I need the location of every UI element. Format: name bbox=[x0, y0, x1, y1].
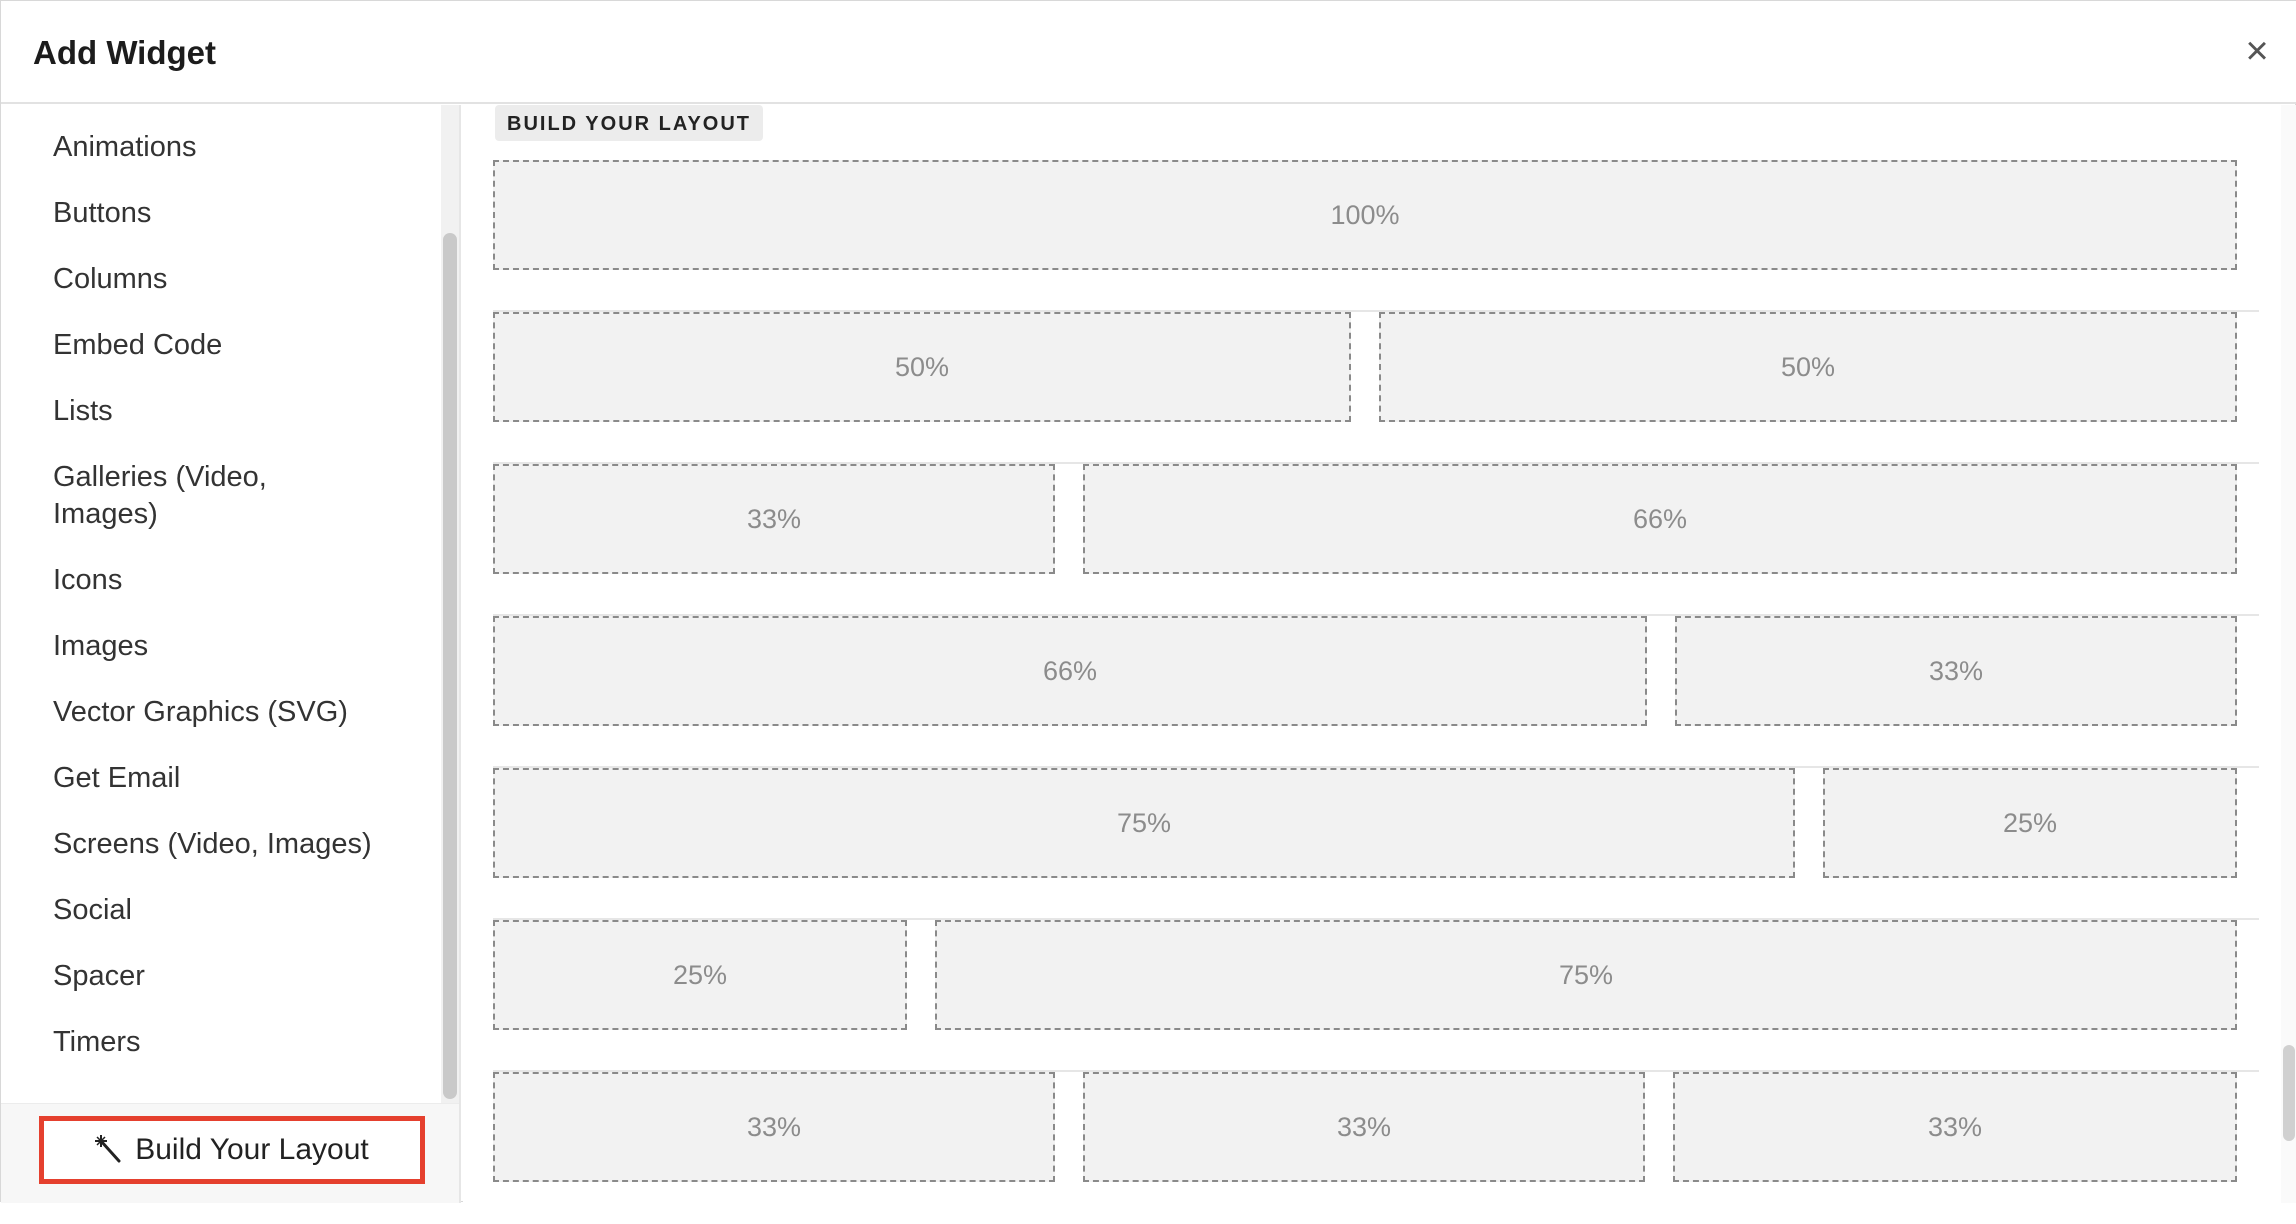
layout-cell[interactable]: 75% bbox=[935, 920, 2237, 1030]
sidebar-item-icons[interactable]: Icons bbox=[53, 562, 413, 599]
dialog-header: Add Widget × bbox=[1, 1, 2296, 104]
layout-row-33-33-33: 33% 33% 33% bbox=[493, 1072, 2259, 1224]
sidebar-scrollbar-thumb[interactable] bbox=[443, 233, 457, 1099]
layout-cell[interactable]: 50% bbox=[493, 312, 1351, 422]
layout-row-66-33: 66% 33% bbox=[493, 616, 2259, 768]
layout-row-75-25: 75% 25% bbox=[493, 768, 2259, 920]
content-scrollbar-thumb[interactable] bbox=[2283, 1045, 2295, 1141]
build-your-layout-label: Build Your Layout bbox=[135, 1133, 369, 1166]
layout-cell[interactable]: 66% bbox=[1083, 464, 2237, 574]
layout-cell[interactable]: 25% bbox=[1823, 768, 2237, 878]
close-icon[interactable]: × bbox=[2237, 31, 2277, 71]
sidebar-item-animations[interactable]: Animations bbox=[53, 129, 413, 166]
sidebar-item-galleries[interactable]: Galleries (Video, Images) bbox=[53, 459, 353, 533]
sidebar-item-columns[interactable]: Columns bbox=[53, 261, 413, 298]
sidebar-item-timers[interactable]: Timers bbox=[53, 1024, 413, 1061]
sidebar-item-spacer[interactable]: Spacer bbox=[53, 958, 413, 995]
layout-cell[interactable]: 25% bbox=[493, 920, 907, 1030]
sidebar-scrollbar[interactable] bbox=[441, 105, 459, 1103]
layout-row-33-66: 33% 66% bbox=[493, 464, 2259, 616]
build-your-layout-button[interactable]: Build Your Layout bbox=[39, 1116, 425, 1184]
layout-cell[interactable]: 75% bbox=[493, 768, 1795, 878]
sidebar-item-screens[interactable]: Screens (Video, Images) bbox=[53, 826, 413, 863]
layout-cell[interactable]: 50% bbox=[1379, 312, 2237, 422]
layout-cell[interactable]: 33% bbox=[493, 1072, 1055, 1182]
layout-row-25-75: 25% 75% bbox=[493, 920, 2259, 1072]
sidebar-item-get-email[interactable]: Get Email bbox=[53, 760, 413, 797]
sidebar-item-social[interactable]: Social bbox=[53, 892, 413, 929]
layout-cell[interactable]: 66% bbox=[493, 616, 1647, 726]
section-label: BUILD YOUR LAYOUT bbox=[495, 105, 764, 141]
sidebar-item-embed-code[interactable]: Embed Code bbox=[53, 327, 413, 364]
sidebar-item-lists[interactable]: Lists bbox=[53, 393, 413, 430]
magic-wand-icon bbox=[95, 1135, 123, 1165]
content-scrollbar[interactable] bbox=[2281, 105, 2296, 1203]
layout-cell[interactable]: 33% bbox=[1675, 616, 2237, 726]
layout-cell[interactable]: 33% bbox=[1673, 1072, 2237, 1182]
sidebar-item-images[interactable]: Images bbox=[53, 628, 413, 665]
category-list: Animations Buttons Columns Embed Code Li… bbox=[53, 129, 413, 1090]
layout-content-area: BUILD YOUR LAYOUT 100% 50% 50% 33% 66% 6… bbox=[463, 105, 2296, 1203]
layout-row-100: 100% bbox=[493, 160, 2259, 312]
layout-row-50-50: 50% 50% bbox=[493, 312, 2259, 464]
layout-cell[interactable]: 33% bbox=[1083, 1072, 1645, 1182]
layout-cell[interactable]: 100% bbox=[493, 160, 2237, 270]
widget-category-sidebar: Animations Buttons Columns Embed Code Li… bbox=[1, 105, 461, 1203]
sidebar-item-vector-graphics[interactable]: Vector Graphics (SVG) bbox=[53, 694, 413, 731]
sidebar-item-buttons[interactable]: Buttons bbox=[53, 195, 413, 232]
add-widget-dialog: Add Widget × Animations Buttons Columns … bbox=[0, 0, 2296, 1203]
dialog-title: Add Widget bbox=[33, 34, 216, 71]
layout-cell[interactable]: 33% bbox=[493, 464, 1055, 574]
